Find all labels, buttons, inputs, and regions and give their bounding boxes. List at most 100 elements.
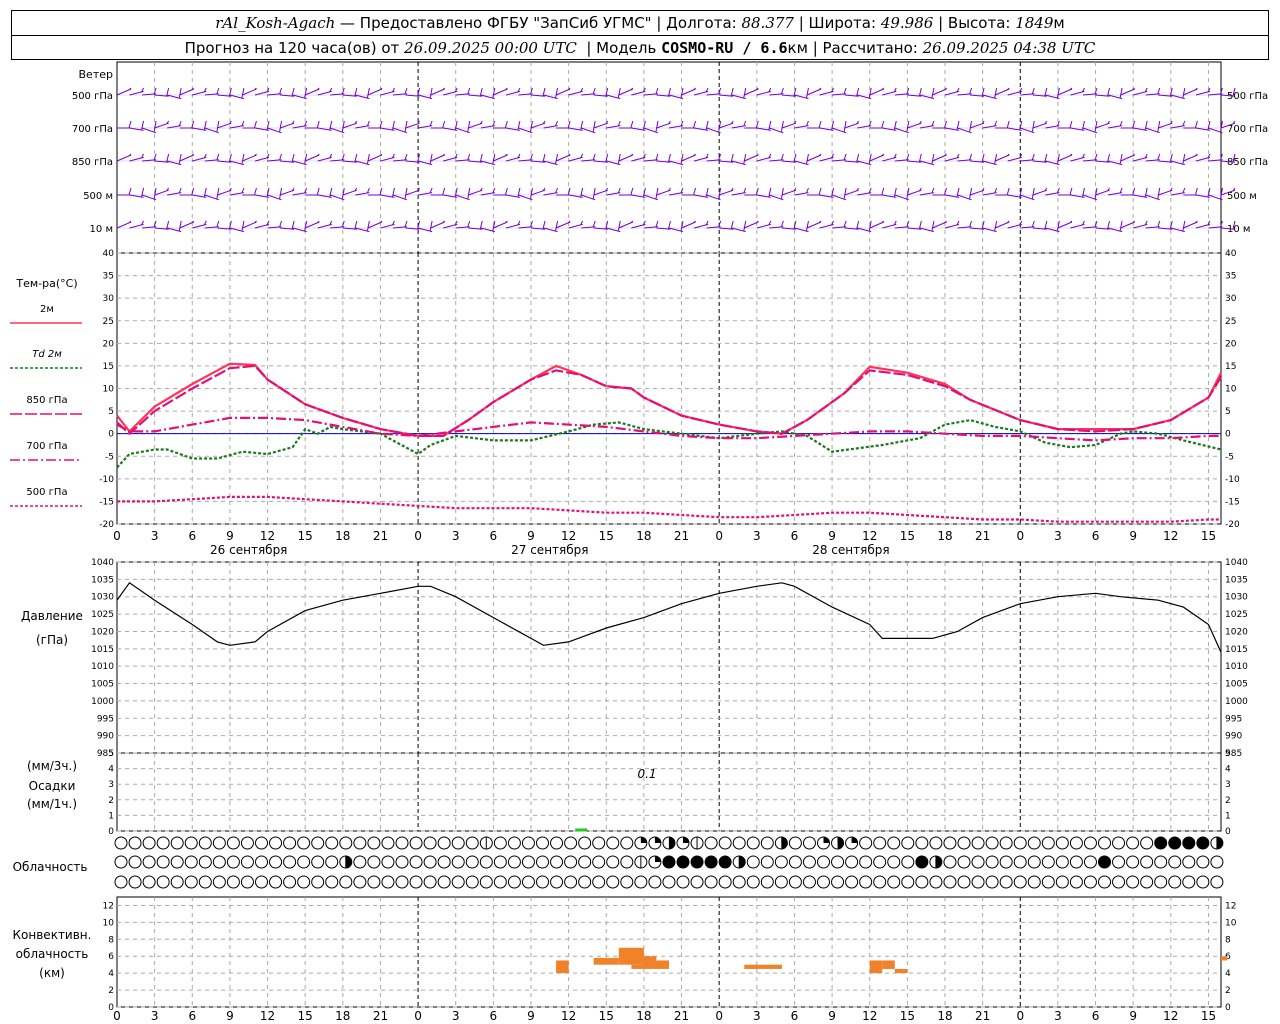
cloud-circle: [423, 875, 437, 889]
cloud-circle: [395, 836, 409, 850]
x-tick-label: 12: [561, 529, 576, 543]
x-tick-label: 6: [791, 1009, 799, 1023]
cloud-cover-symbol: [648, 855, 662, 869]
wind-barb-flag: [592, 187, 596, 200]
y-tick-label-left: 4: [108, 765, 114, 775]
cloud-cover-symbol: [971, 836, 985, 850]
cloud-cover-symbol: [409, 836, 423, 850]
cloud-cover-symbol: [802, 836, 816, 850]
cloud-cover-symbol: [564, 875, 578, 889]
cloud-cover-symbol: [859, 836, 873, 850]
cloud-circle: [606, 836, 620, 850]
cloud-cover-symbol: [479, 875, 493, 889]
y-tick-label-right: 15: [1225, 362, 1236, 372]
cloud-circle: [957, 836, 971, 850]
cloud-cover-symbol: [999, 875, 1013, 889]
temperature-label: Тем-ра(°С): [15, 277, 77, 290]
cloud-cover-symbol: [297, 855, 311, 869]
cloud-circle: [184, 836, 198, 850]
cloud-cover-symbol: [353, 855, 367, 869]
wind-barb-flag: [316, 220, 320, 224]
series-line-0: [116, 362, 1222, 437]
cloud-cover-symbol: [802, 875, 816, 889]
cloud-cover-symbol: [493, 836, 507, 850]
cloud-cover-symbol: [1182, 855, 1196, 869]
wind-barb-flag: [1182, 153, 1186, 165]
y-tick-label-left: 8: [108, 935, 114, 945]
x-tick-label: 9: [1129, 1009, 1137, 1023]
cloud-cover-symbol: [1027, 855, 1041, 869]
wind-barb-flag: [1157, 187, 1161, 200]
cloud-circle: [184, 855, 198, 869]
wind-barb-flag: [1194, 120, 1198, 129]
wind-barb-flag: [379, 153, 383, 157]
cloud-circle: [451, 836, 465, 850]
wind-barb: [430, 88, 445, 96]
cloud-circle: [592, 875, 606, 889]
cloud-circle: [311, 836, 325, 850]
y-tick-label-right: 10: [1225, 385, 1237, 395]
cloud-circle: [676, 875, 690, 889]
cloud-cover-symbol: [634, 836, 648, 850]
wind-barb-flag: [881, 187, 885, 196]
cloud-cover-symbol: [845, 875, 859, 889]
conv-label-1: Конвективн.: [13, 928, 92, 942]
wind-barb-flag: [1069, 220, 1073, 224]
wind-barb-flag: [630, 220, 634, 224]
cloud-cover-symbol: [226, 836, 240, 850]
cloud-cover-symbol: [718, 855, 732, 869]
y-tick-label-left: 0: [108, 430, 114, 440]
wind-barb-flag: [755, 220, 759, 224]
wind-barb-flag: [404, 187, 408, 200]
y-tick-label-right: 5: [1225, 407, 1231, 417]
cloud-cover-symbol: [774, 875, 788, 889]
cloud-cover-symbol: [929, 836, 943, 850]
cloud-circle: [1112, 836, 1126, 850]
cloud-cover-symbol: [311, 875, 325, 889]
wind-barb-flag: [404, 87, 408, 95]
cloud-cover-symbol: [999, 855, 1013, 869]
cloud-circle: [353, 836, 367, 850]
cloud-circle: [943, 855, 957, 869]
y-tick-label-right: 0: [1225, 430, 1231, 440]
cloud-circle: [1055, 875, 1069, 889]
cloud-circle: [184, 875, 198, 889]
y-tick-label-left: 40: [103, 249, 115, 259]
cloud-cover-symbol: [170, 836, 184, 850]
cloud-cover-symbol: [690, 855, 704, 869]
cloud-cover-symbol: [873, 875, 887, 889]
cloud-cover-symbol: [381, 855, 395, 869]
cloud-circle: [1168, 855, 1182, 869]
cloud-circle: [536, 855, 549, 869]
cloud-cover-symbol: [662, 875, 676, 889]
cloud-circle: [704, 836, 718, 850]
cloud-circle: [578, 855, 592, 869]
cloud-circle: [802, 855, 816, 869]
wind-level-label-left: 850 гПа: [72, 157, 113, 168]
y-tick-label-right: 4: [1225, 765, 1231, 775]
y-tick-label-left: 20: [103, 339, 115, 349]
cloud-cover-symbol: [1069, 855, 1083, 869]
cloud-circle: [255, 855, 268, 869]
cloud-circle: [1013, 836, 1027, 850]
cloud-half-fill: [739, 856, 746, 868]
wind-barb-flag: [1069, 187, 1073, 196]
wind-barb-flag: [128, 153, 132, 157]
x-tick-label: 3: [452, 1009, 460, 1023]
y-tick-label-right: 995: [1225, 714, 1242, 724]
cloud-cover-symbol: [255, 875, 268, 889]
cloud-label: Облачность: [13, 860, 88, 874]
wind-barb: [229, 125, 244, 129]
cloud-circle: [1055, 836, 1069, 850]
cloud-circle: [732, 836, 746, 850]
cloud-cover-symbol: [142, 855, 156, 869]
cloud-cover-symbol: [690, 875, 704, 889]
wind-barb-flag: [969, 120, 973, 133]
cloud-cover-symbol: [507, 836, 521, 850]
wind-barb-flag: [366, 220, 370, 232]
legend-label-2: 850 гПа: [26, 395, 67, 406]
cloud-circle: [648, 875, 662, 889]
cloud-cover-symbol: [184, 875, 198, 889]
x-tick-label: 6: [490, 529, 498, 543]
cloud-circle: [493, 836, 507, 850]
